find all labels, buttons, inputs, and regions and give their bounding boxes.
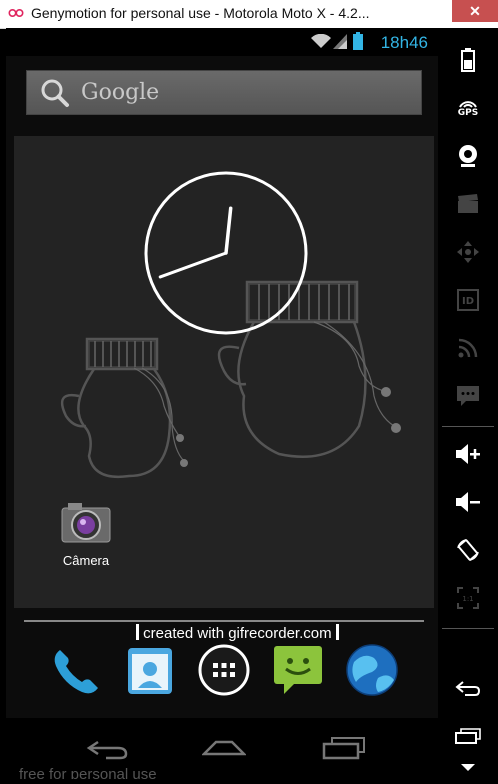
sms-bubble-icon <box>457 386 479 406</box>
watermark-text: created with gifrecorder.com <box>143 625 332 642</box>
volume-down-button[interactable] <box>452 486 484 518</box>
camera-app-shortcut[interactable]: Câmera <box>46 498 126 568</box>
camera-app-label: Câmera <box>62 553 110 568</box>
status-bar: 18h46 <box>6 28 438 56</box>
device-screen[interactable]: 18h46 Google Câmera created with gifreco… <box>6 28 438 779</box>
app-drawer-icon[interactable] <box>196 642 252 698</box>
webcam-icon <box>459 145 477 167</box>
toolbar-back-button[interactable] <box>452 672 484 704</box>
status-time: 18h46 <box>380 33 428 52</box>
google-search-bar[interactable]: Google <box>26 70 422 115</box>
messaging-app-icon[interactable] <box>270 642 326 698</box>
search-hint: Google <box>81 80 160 105</box>
chevron-down-icon <box>461 764 475 771</box>
browser-globe-icon[interactable] <box>344 642 400 698</box>
clapperboard-icon <box>458 194 478 213</box>
gps-signal-icon <box>459 101 477 108</box>
phone-app-icon[interactable] <box>48 642 104 698</box>
gps-label: GPS <box>457 108 479 118</box>
signal-icon <box>333 34 347 49</box>
cast-tool-button[interactable] <box>452 332 484 364</box>
wifi-icon <box>311 34 331 48</box>
scale-button[interactable]: 1:1 <box>452 582 484 614</box>
analog-clock-widget[interactable] <box>141 168 311 338</box>
genymotion-logo-icon <box>8 8 24 18</box>
device-id-tool-button[interactable]: ID <box>452 284 484 316</box>
contacts-app-icon[interactable] <box>122 642 178 698</box>
id-card-icon: ID <box>457 289 479 311</box>
capture-tool-button[interactable] <box>452 188 484 220</box>
rotate-button[interactable] <box>452 534 484 566</box>
battery-status-icon <box>353 32 363 50</box>
sms-tool-button[interactable] <box>452 380 484 412</box>
gifrecorder-watermark: created with gifrecorder.com <box>136 624 339 642</box>
navigation-bar: free for personal use <box>6 718 438 779</box>
clock-minute-hand <box>158 251 228 279</box>
webcam-tool-button[interactable] <box>452 140 484 172</box>
camera-app-icon <box>61 503 111 543</box>
toolbar-home-button[interactable] <box>452 752 484 784</box>
toolbar-separator <box>442 426 494 427</box>
window-title-bar: Genymotion for personal use - Motorola M… <box>0 0 498 29</box>
battery-tool-button[interactable] <box>452 44 484 76</box>
rotate-screen-icon <box>457 539 479 561</box>
search-icon <box>41 79 69 107</box>
close-button[interactable]: ✕ <box>452 0 498 22</box>
dock-divider <box>24 620 424 622</box>
dpad-tool-button[interactable] <box>452 236 484 268</box>
svg-text:1:1: 1:1 <box>462 595 473 603</box>
gps-tool-button[interactable]: GPS <box>452 92 484 124</box>
genymotion-toolbar: GPS ID 1:1 <box>438 28 498 782</box>
pixel-scale-icon: 1:1 <box>457 587 479 609</box>
nav-home-icon[interactable] <box>202 736 246 760</box>
nav-back-icon[interactable] <box>86 736 128 760</box>
recent-apps-icon <box>455 728 481 744</box>
back-icon <box>455 681 481 696</box>
clock-hour-hand <box>224 206 233 255</box>
window-title: Genymotion for personal use - Motorola M… <box>31 5 370 21</box>
free-for-personal-use-text: free for personal use <box>19 766 157 779</box>
nav-recent-apps-icon[interactable] <box>322 734 366 760</box>
toolbar-separator <box>442 628 494 629</box>
volume-up-icon <box>456 444 480 464</box>
volume-up-button[interactable] <box>452 438 484 470</box>
toolbar-recent-button[interactable] <box>452 720 484 752</box>
rss-cast-icon <box>458 338 478 358</box>
battery-icon <box>461 48 475 72</box>
volume-down-icon <box>456 492 480 512</box>
svg-text:ID: ID <box>462 296 474 307</box>
dpad-icon <box>457 241 479 263</box>
